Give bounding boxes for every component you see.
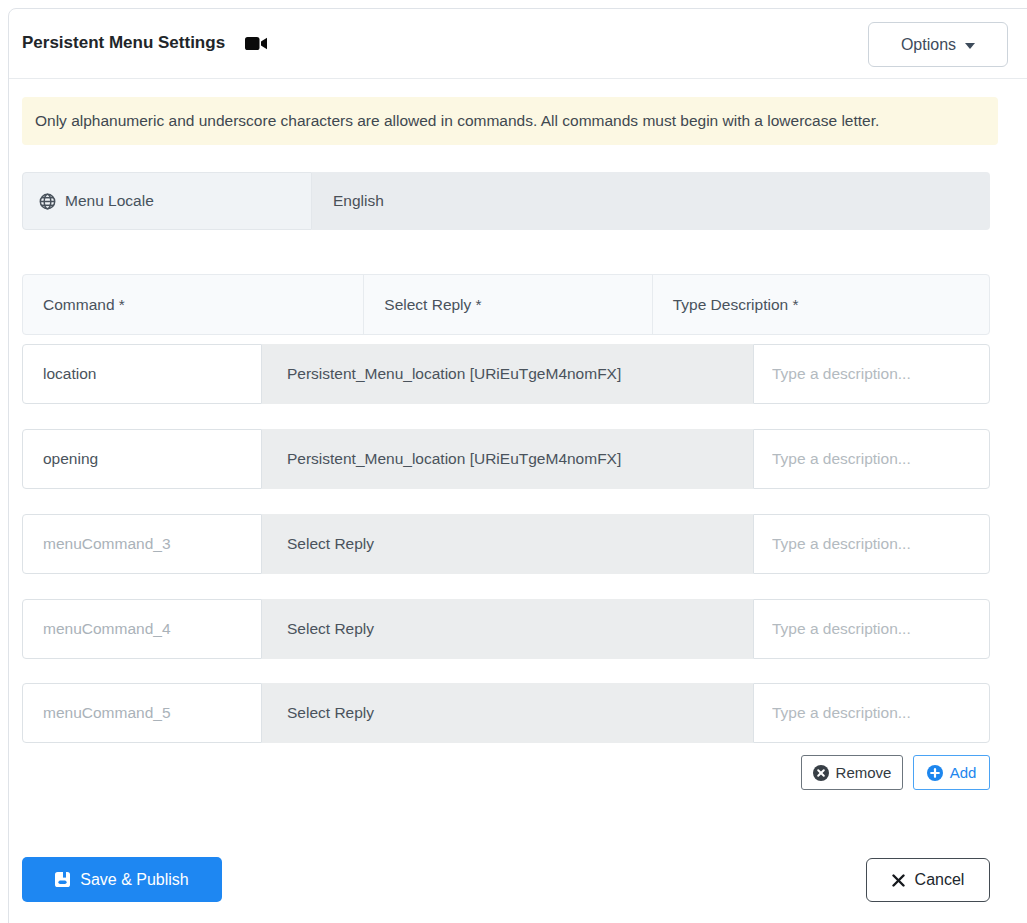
command-input-5[interactable] [22, 683, 262, 743]
persistent-menu-settings-page: Persistent Menu Settings Options Only al… [0, 0, 1027, 923]
select-reply-5[interactable]: Select Reply [262, 683, 753, 743]
times-circle-icon [813, 765, 829, 781]
save-publish-button[interactable]: Save & Publish [22, 857, 222, 902]
header-divider [9, 78, 1027, 79]
globe-icon [39, 193, 56, 210]
column-header-type-description: Type Description * [652, 275, 989, 334]
description-input-1[interactable] [753, 344, 990, 404]
column-header-select-reply: Select Reply * [363, 275, 651, 334]
cancel-button[interactable]: Cancel [866, 858, 990, 902]
remove-button[interactable]: Remove [801, 755, 903, 790]
description-input-2[interactable] [753, 429, 990, 489]
warning-banner: Only alphanumeric and underscore charact… [22, 97, 998, 145]
add-button[interactable]: Add [913, 755, 990, 790]
table-header: Command * Select Reply * Type Descriptio… [22, 274, 990, 335]
card-header: Persistent Menu Settings [22, 8, 269, 78]
select-reply-2[interactable]: Persistent_Menu_location [URiEuTgeM4nomF… [262, 429, 753, 489]
description-input-5[interactable] [753, 683, 990, 743]
command-input-2[interactable] [22, 429, 262, 489]
video-camera-icon [245, 35, 269, 52]
description-input-4[interactable] [753, 599, 990, 659]
command-input-3[interactable] [22, 514, 262, 574]
select-reply-4[interactable]: Select Reply [262, 599, 753, 659]
close-icon [892, 874, 905, 887]
command-input-4[interactable] [22, 599, 262, 659]
page-title: Persistent Menu Settings [22, 33, 225, 53]
warning-text: Only alphanumeric and underscore charact… [35, 112, 879, 130]
plus-circle-icon [927, 765, 943, 781]
save-icon [55, 872, 70, 887]
menu-locale-value[interactable]: English [312, 172, 990, 230]
chevron-down-icon [965, 43, 975, 49]
description-input-3[interactable] [753, 514, 990, 574]
column-header-command: Command * [23, 275, 363, 334]
options-button[interactable]: Options [868, 22, 1008, 67]
menu-locale-label: Menu Locale [22, 172, 312, 230]
select-reply-3[interactable]: Select Reply [262, 514, 753, 574]
command-input-1[interactable] [22, 344, 262, 404]
select-reply-1[interactable]: Persistent_Menu_location [URiEuTgeM4nomF… [262, 344, 753, 404]
